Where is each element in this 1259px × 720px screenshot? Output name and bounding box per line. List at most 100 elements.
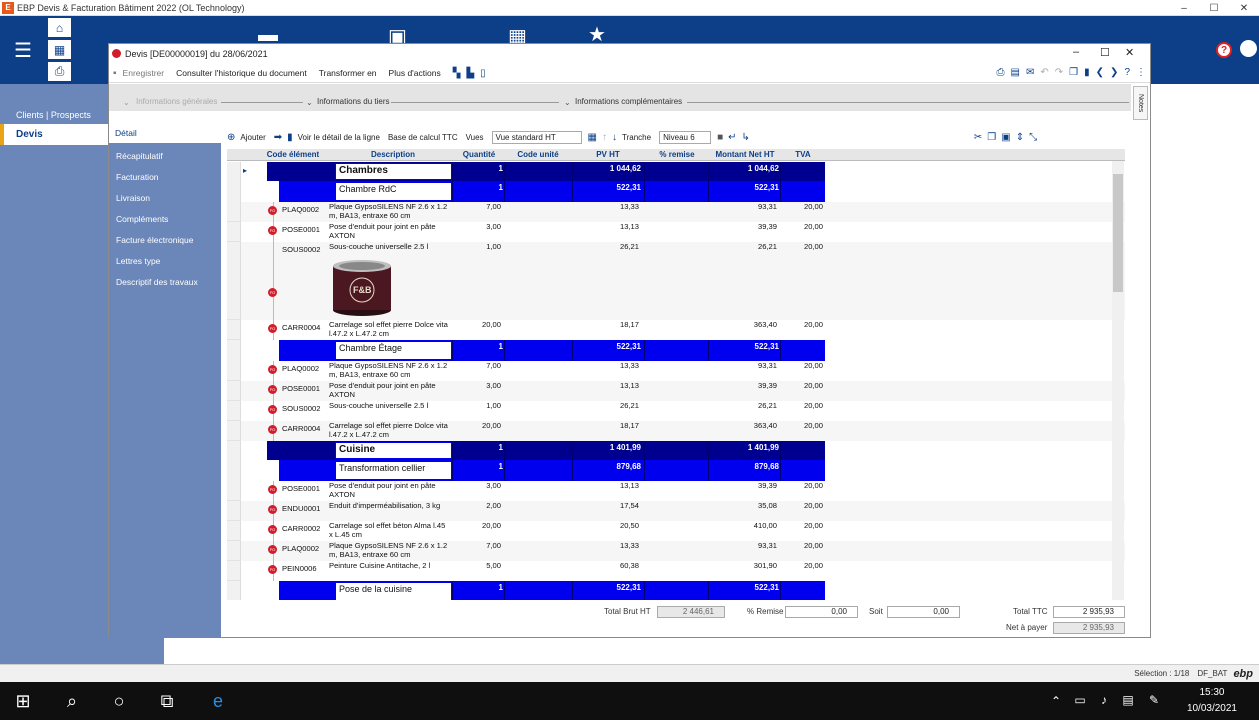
row-header[interactable] xyxy=(227,541,241,561)
trash-icon[interactable]: ▮ xyxy=(287,132,293,143)
network-icon[interactable]: ▤ xyxy=(1118,693,1138,707)
delete-icon[interactable]: ▮ xyxy=(1084,67,1090,78)
col-unite[interactable]: Code unité xyxy=(505,149,571,161)
cortana-icon[interactable]: ○ xyxy=(109,691,129,712)
collapse-icon[interactable]: ⤡ xyxy=(1029,132,1037,143)
copy-icon[interactable]: ❐ xyxy=(987,132,996,143)
hamburger-menu-icon[interactable]: ☰ xyxy=(0,16,46,84)
row-header[interactable] xyxy=(227,501,241,521)
chevron-up-icon[interactable]: ⌃ xyxy=(1046,694,1066,708)
grid-button[interactable]: ▦ xyxy=(47,39,72,60)
nav-clients-prospects[interactable]: Clients | Prospects xyxy=(16,110,91,120)
row-header[interactable] xyxy=(227,340,241,361)
row-header[interactable] xyxy=(227,162,241,181)
notes-tab[interactable]: Notes xyxy=(1133,86,1148,120)
group-row[interactable]: Chambre RdC 1 522,31 522,31 xyxy=(227,181,1125,202)
app-maximize-button[interactable]: ☐ xyxy=(1199,0,1229,16)
subnav-descriptif-travaux[interactable]: Descriptif des travaux xyxy=(116,277,198,287)
history-button[interactable]: Consulter l'historique du document xyxy=(176,68,307,78)
table-row[interactable]: FO SOUS0002 Sous-couche universelle 2.5 l 1… xyxy=(227,242,1125,320)
window-minimize-button[interactable]: – xyxy=(1073,46,1079,58)
redo-arrow-icon[interactable]: ↳ xyxy=(742,132,750,143)
print-icon[interactable]: ⎙ xyxy=(997,67,1005,78)
info-general-header[interactable]: Informations générales xyxy=(136,97,217,106)
chevron-down-icon[interactable]: ⌄ xyxy=(564,98,571,107)
row-header[interactable] xyxy=(227,581,241,600)
save-button[interactable]: Enregistrer xyxy=(123,68,165,78)
row-header[interactable] xyxy=(227,460,241,481)
chevron-down-icon[interactable]: ⌄ xyxy=(123,98,130,107)
row-header[interactable] xyxy=(227,561,241,581)
info-complementary-header[interactable]: Informations complémentaires xyxy=(575,97,682,106)
subnav-livraison[interactable]: Livraison xyxy=(116,193,150,203)
table-row[interactable]: FO ENDU0001 Enduit d'imperméabilisation, 3… xyxy=(227,501,1125,521)
pen-icon[interactable]: ✎ xyxy=(1144,693,1164,707)
subnav-facturation[interactable]: Facturation xyxy=(116,172,159,182)
edge-icon[interactable]: e xyxy=(208,691,228,712)
group-description[interactable]: Chambres xyxy=(335,163,452,180)
table-row[interactable]: FO POSE0001 Pose d'enduit pour joint en pâ… xyxy=(227,222,1125,242)
map-icon[interactable]: ▚ xyxy=(453,68,461,79)
col-remise[interactable]: % remise xyxy=(645,149,709,161)
row-header[interactable] xyxy=(227,202,241,222)
expand-icon[interactable]: ⇕ xyxy=(1016,132,1024,143)
app-close-button[interactable]: ✕ xyxy=(1229,0,1259,16)
col-tva[interactable]: TVA xyxy=(781,149,825,161)
group-row[interactable]: Chambres 1 1 044,62 1 044,62 ▸ xyxy=(227,162,1125,181)
search-icon[interactable]: ⌕ xyxy=(62,691,82,712)
table-row[interactable]: FO PLAQ0002 Plaque GypsoSILENS NF 2.6 x 1.… xyxy=(227,202,1125,222)
copy-icon[interactable]: ❐ xyxy=(1069,67,1078,78)
window-maximize-button[interactable]: ☐ xyxy=(1100,46,1110,59)
col-code[interactable]: Code élément xyxy=(253,149,333,161)
arrow-up-icon[interactable]: ↑ xyxy=(602,132,607,143)
row-header[interactable] xyxy=(227,401,241,421)
level-select[interactable]: Niveau 6 xyxy=(659,130,712,144)
row-header[interactable] xyxy=(227,381,241,401)
app-minimize-button[interactable]: – xyxy=(1169,0,1199,16)
arrow-right-icon[interactable]: ➡ xyxy=(274,132,282,143)
row-header[interactable] xyxy=(227,521,241,541)
stop-icon[interactable]: ■ xyxy=(717,132,723,143)
subnav-complements[interactable]: Compléments xyxy=(116,214,168,224)
more-vertical-icon[interactable]: ⋮ xyxy=(1136,67,1146,78)
group-row[interactable]: Cuisine 1 1 401,99 1 401,99 xyxy=(227,441,1125,460)
table-row[interactable]: FO POSE0001 Pose d'enduit pour joint en pâ… xyxy=(227,381,1125,401)
group-description[interactable]: Chambre RdC xyxy=(335,182,452,201)
table-row[interactable]: FO CARR0002 Carrelage sol effet béton Alma… xyxy=(227,521,1125,541)
subnav-detail[interactable]: Détail xyxy=(109,123,221,143)
view-select[interactable]: Vue standard HT xyxy=(491,130,582,144)
undo-icon[interactable]: ↶ xyxy=(1040,67,1048,78)
more-actions-button[interactable]: Plus d'actions xyxy=(389,68,441,78)
subnav-facture-electronique[interactable]: Facture électronique xyxy=(116,235,194,245)
grid-scrollbar-thumb[interactable] xyxy=(1113,174,1123,292)
col-description[interactable]: Description xyxy=(335,149,451,161)
row-header[interactable] xyxy=(227,481,241,501)
preview-icon[interactable]: ▤ xyxy=(1011,67,1020,78)
info-tiers-header[interactable]: Informations du tiers xyxy=(317,97,389,106)
transform-button[interactable]: Transformer en xyxy=(319,68,377,78)
subnav-lettres-type[interactable]: Lettres type xyxy=(116,256,160,266)
mobile-icon[interactable]: ▯ xyxy=(480,68,486,79)
truck-icon[interactable]: ▙ xyxy=(466,68,474,79)
table-row[interactable]: FO PLAQ0002 Plaque GypsoSILENS NF 2.6 x 1.… xyxy=(227,541,1125,561)
group-description[interactable]: Chambre Étage xyxy=(335,341,452,360)
print-button[interactable]: ⎙ xyxy=(47,61,72,82)
row-header[interactable] xyxy=(227,421,241,441)
redo-icon[interactable]: ↷ xyxy=(1055,67,1063,78)
next-icon[interactable]: ❯ xyxy=(1110,67,1118,78)
view-detail-button[interactable]: Voir le détail de la ligne xyxy=(298,133,380,142)
volume-icon[interactable]: ♪ xyxy=(1094,693,1114,707)
soit-field[interactable]: 0,00 xyxy=(887,606,960,618)
group-description[interactable]: Cuisine xyxy=(335,442,452,459)
group-row[interactable]: Transformation cellier 1 879,68 879,68 xyxy=(227,460,1125,481)
help-icon[interactable]: ? xyxy=(1216,42,1232,58)
group-description[interactable]: Transformation cellier xyxy=(335,461,452,480)
base-ttc-button[interactable]: Base de calcul TTC xyxy=(388,133,458,142)
chevron-down-icon[interactable]: ⌄ xyxy=(306,98,313,107)
remise-field[interactable]: 0,00 xyxy=(785,606,858,618)
subnav-recapitulatif[interactable]: Récapitulatif xyxy=(116,151,163,161)
paste-icon[interactable]: ▣ xyxy=(1001,132,1010,143)
row-header[interactable] xyxy=(227,320,241,340)
col-montant[interactable]: Montant Net HT xyxy=(709,149,781,161)
return-icon[interactable]: ↵ xyxy=(728,132,736,143)
